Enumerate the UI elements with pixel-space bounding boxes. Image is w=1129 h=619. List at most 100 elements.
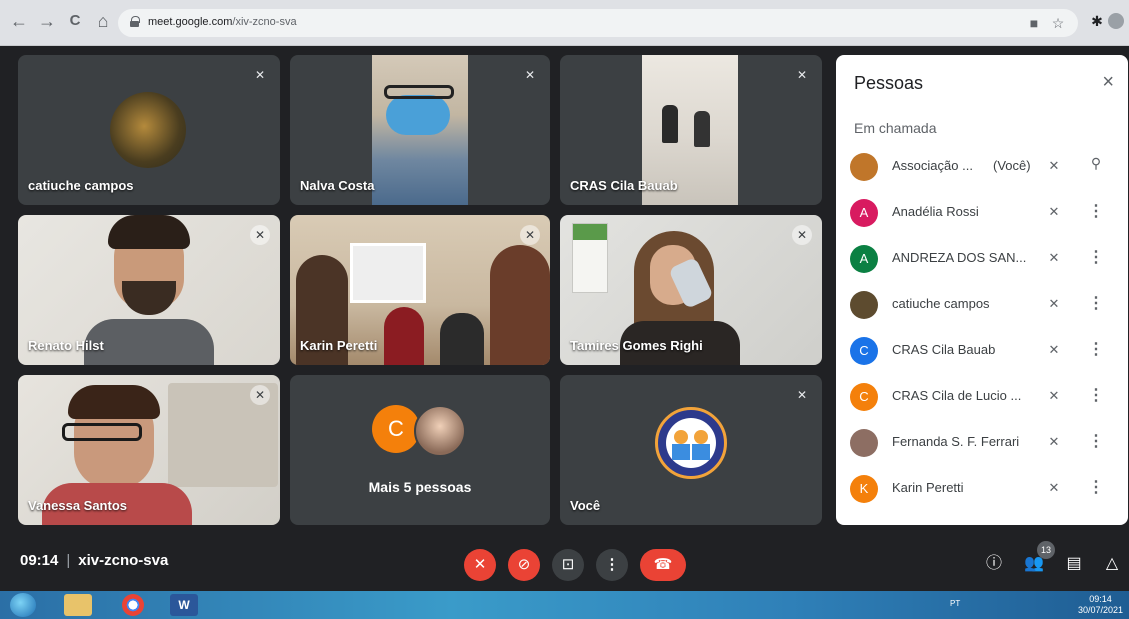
participant-avatar: C	[850, 383, 878, 411]
participant-list-item[interactable]: catiuche campos ✕ ⋮	[836, 281, 1128, 327]
bookmark-star-icon[interactable]: ☆	[1050, 15, 1066, 31]
beard	[122, 281, 176, 315]
logo-child-body	[672, 444, 690, 460]
more-options-icon[interactable]: ⋮	[1088, 293, 1104, 315]
participant-tile[interactable]: ✕ CRAS Cila Bauab	[560, 55, 822, 205]
participant-tile[interactable]: ✕ Karin Peretti	[290, 215, 550, 365]
more-options-icon[interactable]: ⋮	[1088, 385, 1104, 407]
more-options-icon[interactable]: ⋮	[1088, 339, 1104, 361]
chrome-icon[interactable]	[122, 594, 144, 616]
hair	[108, 215, 190, 249]
organization-logo	[655, 407, 727, 479]
leave-call-button[interactable]: ☎	[640, 549, 686, 581]
profile-avatar[interactable]	[1108, 13, 1124, 29]
more-options-icon[interactable]: ⋮	[1088, 431, 1104, 453]
participant-list-item[interactable]: C CRAS Cila Bauab ✕ ⋮	[836, 327, 1128, 373]
logo-child	[674, 430, 688, 444]
windows-taskbar: W PT 09:14 30/07/2021	[0, 591, 1129, 619]
participant-name: Associação ...	[892, 158, 973, 173]
extensions-icon[interactable]: ✱	[1088, 12, 1106, 30]
more-options-icon[interactable]: ⋮	[1088, 477, 1104, 499]
browser-toolbar: ← → C ⌂ meet.google.com/xiv-zcno-sva ■ ☆…	[0, 0, 1129, 46]
word-icon[interactable]: W	[170, 594, 198, 616]
forward-button[interactable]: →	[36, 10, 58, 32]
participant-list-item[interactable]: Fernanda S. F. Ferrari ✕ ⋮	[836, 419, 1128, 465]
participant-avatar	[850, 429, 878, 457]
more-people-label: Mais 5 pessoas	[368, 479, 472, 495]
participant-list-item[interactable]: Associação ... (Você) ✕ ⚲	[836, 143, 1128, 189]
panel-title: Pessoas	[854, 73, 924, 93]
clock-time: 09:14	[1089, 594, 1112, 604]
home-button[interactable]: ⌂	[92, 10, 114, 32]
logo-child-body	[692, 444, 710, 460]
participant-avatar: K	[850, 475, 878, 503]
participant-avatar	[414, 405, 466, 457]
mic-off-icon: ✕	[792, 225, 812, 245]
participant-avatar: A	[850, 245, 878, 273]
logo-child	[694, 430, 708, 444]
hang-up-icon: ☎	[653, 556, 673, 573]
mic-off-icon: ✕	[250, 225, 270, 245]
participant-name: Vanessa Santos	[28, 498, 127, 513]
you-label: (Você)	[993, 158, 1031, 173]
mic-off-icon: ✕	[796, 388, 808, 402]
mic-off-icon: ✕	[1048, 204, 1060, 219]
hair	[68, 385, 160, 419]
start-button[interactable]	[10, 593, 36, 617]
calendar-header	[573, 224, 607, 240]
participant-list-item[interactable]: K Karin Peretti ✕ ⋮	[836, 465, 1128, 511]
present-screen-icon: ⊡	[561, 556, 575, 573]
url-path: /xiv-zcno-sva	[232, 16, 297, 28]
participant-avatar: C	[372, 405, 420, 453]
reload-button[interactable]: C	[64, 10, 86, 32]
activities-button[interactable]: △	[1100, 552, 1124, 576]
mic-off-icon: ✕	[524, 68, 536, 82]
language-indicator[interactable]: PT	[950, 599, 960, 608]
more-options-icon[interactable]: ⋮	[1088, 247, 1104, 269]
participant-name: Fernanda S. F. Ferrari	[892, 434, 1020, 449]
meeting-controls-bar: 09:14 | xiv-zcno-sva ✕ ⊘ ⊡ ⋮ ☎ ⓘ 👥 13 ▤ △	[0, 540, 1129, 591]
camera-off-icon: ⊘	[517, 556, 531, 573]
camera-toggle-button[interactable]: ⊘	[508, 549, 540, 581]
mic-off-icon: ✕	[1048, 388, 1060, 403]
participant-name: ANDREZA DOS SAN...	[892, 250, 1027, 265]
more-options-icon[interactable]: ⋮	[1088, 201, 1104, 223]
participant-list-item[interactable]: A Anadélia Rossi ✕ ⋮	[836, 189, 1128, 235]
address-bar[interactable]: meet.google.com/xiv-zcno-sva ■ ☆	[118, 9, 1078, 37]
participant-name: CRAS Cila Bauab	[892, 342, 996, 357]
participant-tile[interactable]: ✕ Você	[560, 375, 822, 525]
taskbar-clock[interactable]: 09:14 30/07/2021	[1078, 594, 1123, 616]
person-figure	[662, 105, 678, 143]
close-icon[interactable]: ×	[1102, 71, 1114, 94]
participant-name: Karin Peretti	[300, 338, 378, 353]
mic-toggle-button[interactable]: ✕	[464, 549, 496, 581]
clock-date: 30/07/2021	[1077, 605, 1123, 615]
file-explorer-icon[interactable]	[64, 594, 92, 616]
back-button[interactable]: ←	[8, 10, 30, 32]
camera-blocked-icon[interactable]: ■	[1026, 15, 1042, 31]
present-screen-button[interactable]: ⊡	[552, 549, 584, 581]
info-icon: ⓘ	[985, 555, 1002, 572]
participant-avatar: A	[850, 199, 878, 227]
participant-tile[interactable]: ✕ Renato Hilst	[18, 215, 280, 365]
participant-list-item[interactable]: C CRAS Cila de Lucio ... ✕ ⋮	[836, 373, 1128, 419]
participant-avatar	[110, 92, 186, 168]
participant-count-badge: 13	[1037, 541, 1055, 559]
more-people-tile[interactable]: C Mais 5 pessoas	[290, 375, 550, 525]
participant-tile[interactable]: ✕ Tamires Gomes Righi	[560, 215, 822, 365]
participant-list-item[interactable]: A ANDREZA DOS SAN... ✕ ⋮	[836, 235, 1128, 281]
glasses	[62, 423, 142, 441]
person-figure	[490, 245, 550, 365]
participant-avatar	[850, 153, 878, 181]
chat-button[interactable]: ▤	[1062, 552, 1086, 576]
logo-inner	[666, 418, 716, 468]
participant-tile[interactable]: ✕ Vanessa Santos	[18, 375, 280, 525]
meeting-details-button[interactable]: ⓘ	[982, 552, 1006, 576]
more-options-button[interactable]: ⋮	[596, 549, 628, 581]
activities-icon: △	[1105, 555, 1119, 572]
participant-avatar	[850, 291, 878, 319]
participant-tile[interactable]: ✕ catiuche campos	[18, 55, 280, 205]
participant-tile[interactable]: ✕ Nalva Costa	[290, 55, 550, 205]
more-options-icon: ⋮	[604, 556, 620, 573]
pin-icon[interactable]: ⚲	[1086, 155, 1106, 175]
